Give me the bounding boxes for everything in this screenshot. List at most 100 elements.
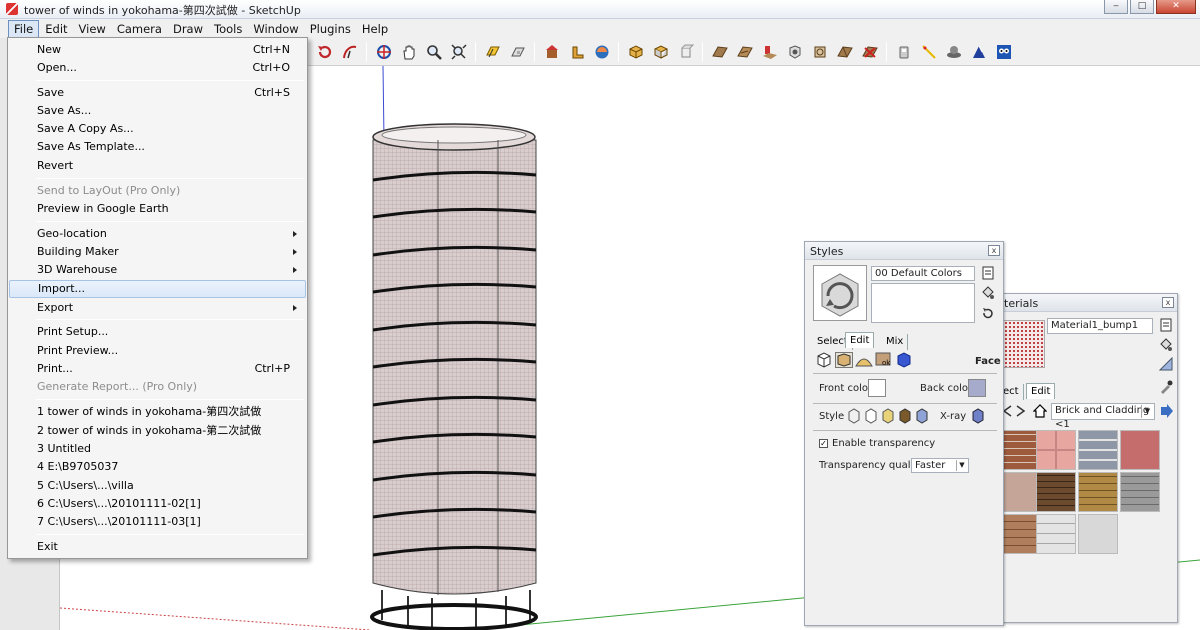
top-view-icon[interactable] <box>650 41 672 63</box>
close-icon[interactable]: x <box>988 245 1000 256</box>
walk-icon[interactable] <box>943 41 965 63</box>
material-swatch[interactable] <box>1001 472 1041 512</box>
menu-file[interactable]: File <box>8 19 40 38</box>
material-name-field[interactable]: Material1_bump1 <box>1047 318 1153 334</box>
menu-item-import[interactable]: Import... <box>9 280 306 298</box>
section-display-icon[interactable] <box>507 41 529 63</box>
close-button[interactable]: ✕ <box>1156 0 1196 14</box>
sandbox-smoove-icon[interactable] <box>734 41 756 63</box>
material-swatch[interactable] <box>1036 514 1076 554</box>
face-settings-icon[interactable] <box>835 352 853 368</box>
material-swatch[interactable] <box>1036 472 1076 512</box>
menu-item-print[interactable]: Print... Ctrl+P <box>9 360 306 378</box>
tab-edit[interactable]: Edit <box>845 332 875 348</box>
update-style-icon[interactable] <box>981 306 995 320</box>
maximize-button[interactable]: □ <box>1130 0 1154 14</box>
sandbox-stamp-icon[interactable] <box>759 41 781 63</box>
follow-me-icon[interactable] <box>339 41 361 63</box>
menu-item-open[interactable]: Open... Ctrl+O <box>9 59 306 77</box>
material-swatch[interactable] <box>1120 472 1160 512</box>
wireframe-style-icon[interactable] <box>847 408 861 424</box>
menu-view[interactable]: View <box>74 21 111 37</box>
material-swatch[interactable] <box>1078 430 1118 470</box>
toggle-terrain-icon[interactable] <box>893 41 915 63</box>
menu-item-building-maker[interactable]: Building Maker <box>9 243 306 261</box>
recent-file-4[interactable]: 4 E:\B9705037 <box>9 458 306 476</box>
share-icon[interactable] <box>591 41 613 63</box>
shaded-textures-style-icon[interactable] <box>898 408 912 424</box>
recent-file-2[interactable]: 2 tower of winds in yokohama-第二次試做 <box>9 422 306 440</box>
recent-file-5[interactable]: 5 C:\Users\...\villa <box>9 477 306 495</box>
material-library-select[interactable]: Brick and Cladding <1 ▼ <box>1051 403 1155 430</box>
pan-icon[interactable] <box>398 41 420 63</box>
paint-bucket-icon[interactable] <box>1159 338 1173 352</box>
sandbox-grid-icon[interactable] <box>859 41 881 63</box>
watermark-settings-icon[interactable]: ok <box>875 352 893 368</box>
menu-item-save-copy-as[interactable]: Save A Copy As... <box>9 120 306 138</box>
material-swatch[interactable] <box>1001 514 1041 554</box>
style-description-field[interactable] <box>871 283 975 323</box>
menu-window[interactable]: Window <box>248 21 303 37</box>
background-settings-icon[interactable] <box>855 352 873 368</box>
front-view-icon[interactable] <box>675 41 697 63</box>
menu-item-print-setup[interactable]: Print Setup... <box>9 323 306 341</box>
rotate-icon[interactable] <box>314 41 336 63</box>
minimize-button[interactable]: ‒ <box>1104 0 1128 14</box>
modeling-settings-icon[interactable] <box>895 352 913 368</box>
menu-camera[interactable]: Camera <box>112 21 167 37</box>
menu-plugins[interactable]: Plugins <box>305 21 356 37</box>
transparency-quality-select[interactable]: Faster ▼ <box>911 458 969 473</box>
monochrome-style-icon[interactable] <box>915 408 929 424</box>
recent-file-6[interactable]: 6 C:\Users\...\20101111-02[1] <box>9 495 306 513</box>
orbit-icon[interactable] <box>373 41 395 63</box>
menu-tools[interactable]: Tools <box>209 21 247 37</box>
look-around-icon[interactable] <box>993 41 1015 63</box>
front-color-swatch[interactable] <box>868 379 886 397</box>
create-material-icon[interactable] <box>1159 318 1173 332</box>
menu-item-geo-location[interactable]: Geo-location <box>9 225 306 243</box>
position-camera-icon[interactable] <box>968 41 990 63</box>
menu-item-save-as[interactable]: Save As... <box>9 102 306 120</box>
default-material-icon[interactable] <box>1158 356 1173 371</box>
tab-edit[interactable]: Edit <box>1026 383 1056 399</box>
menu-draw[interactable]: Draw <box>168 21 208 37</box>
style-name-field[interactable]: 00 Default Colors <box>871 266 975 281</box>
create-style-icon[interactable] <box>981 266 995 280</box>
menu-item-new[interactable]: New Ctrl+N <box>9 41 306 59</box>
material-swatch[interactable] <box>1001 430 1041 470</box>
section-plane-icon[interactable] <box>482 41 504 63</box>
menu-item-save[interactable]: Save Ctrl+S <box>9 84 306 102</box>
xray-toggle-icon[interactable] <box>971 408 985 424</box>
warehouse-icon[interactable] <box>541 41 563 63</box>
iso-view-icon[interactable] <box>625 41 647 63</box>
recent-file-7[interactable]: 7 C:\Users\...\20101111-03[1] <box>9 513 306 531</box>
menu-item-print-preview[interactable]: Print Preview... <box>9 342 306 360</box>
hidden-line-style-icon[interactable] <box>864 408 878 424</box>
material-swatch[interactable] <box>1078 472 1118 512</box>
shaded-style-icon[interactable] <box>881 408 895 424</box>
home-icon[interactable] <box>1032 404 1048 418</box>
material-swatch[interactable] <box>1078 514 1118 554</box>
details-arrow-icon[interactable] <box>1159 404 1173 418</box>
eyedropper-icon[interactable] <box>1159 380 1173 394</box>
sandbox-detail-icon[interactable] <box>809 41 831 63</box>
menu-help[interactable]: Help <box>357 21 393 37</box>
edge-settings-icon[interactable] <box>815 352 833 368</box>
close-icon[interactable]: x <box>1162 297 1174 308</box>
zoom-extents-icon[interactable] <box>448 41 470 63</box>
menu-item-3d-warehouse[interactable]: 3D Warehouse <box>9 261 306 279</box>
paint-style-icon[interactable] <box>981 286 995 300</box>
menu-item-preview-google-earth[interactable]: Preview in Google Earth <box>9 200 306 218</box>
recent-file-3[interactable]: 3 Untitled <box>9 440 306 458</box>
components-icon[interactable] <box>566 41 588 63</box>
zoom-icon[interactable] <box>423 41 445 63</box>
back-color-swatch[interactable] <box>968 379 986 397</box>
recent-file-1[interactable]: 1 tower of winds in yokohama-第四次試做 <box>9 403 306 421</box>
enable-transparency-checkbox[interactable]: ✓ <box>819 439 828 448</box>
menu-item-revert[interactable]: Revert <box>9 157 306 175</box>
menu-edit[interactable]: Edit <box>40 21 72 37</box>
camera-position-icon[interactable] <box>918 41 940 63</box>
sandbox-flip-icon[interactable] <box>834 41 856 63</box>
menu-item-exit[interactable]: Exit <box>9 538 306 556</box>
forward-arrow-icon[interactable] <box>1015 404 1027 418</box>
